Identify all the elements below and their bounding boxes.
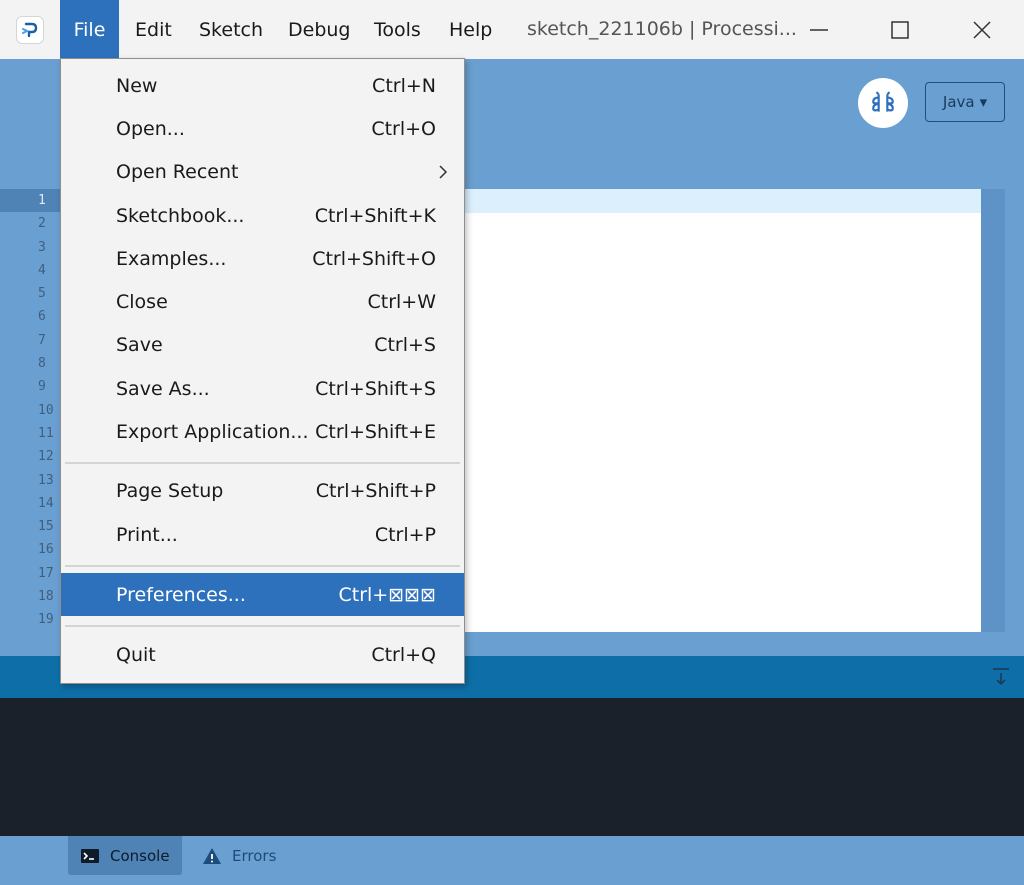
menu-item-export-application[interactable]: Export Application... Ctrl+Shift+E — [61, 410, 464, 453]
menu-item-shortcut: Ctrl+Q — [371, 643, 436, 666]
menu-item-preferences[interactable]: Preferences... Ctrl+⊠⊠⊠ — [61, 573, 464, 616]
menu-item-label: Open... — [116, 117, 185, 140]
window-title: sketch_221106b | Processi... — [527, 18, 797, 40]
menu-separator — [65, 462, 460, 464]
menu-item-shortcut: Ctrl+N — [372, 74, 436, 97]
line-number: 12 — [38, 449, 54, 465]
maximize-icon — [891, 20, 909, 39]
menu-item-close[interactable]: Close Ctrl+W — [61, 280, 464, 323]
menu-item-sketchbook[interactable]: Sketchbook... Ctrl+Shift+K — [61, 194, 464, 237]
warning-icon — [203, 847, 221, 864]
line-number: 11 — [38, 425, 54, 441]
menu-tools[interactable]: Tools — [359, 0, 436, 59]
menu-item-shortcut: Ctrl+Shift+S — [315, 377, 436, 400]
menu-item-print[interactable]: Print... Ctrl+P — [61, 513, 464, 556]
line-number: 4 — [38, 262, 46, 278]
menu-item-label: Quit — [116, 643, 156, 666]
line-number: 13 — [38, 472, 54, 488]
menu-item-examples[interactable]: Examples... Ctrl+Shift+O — [61, 237, 464, 280]
menu-file[interactable]: File — [60, 0, 119, 59]
menu-item-label: Save As... — [116, 377, 210, 400]
line-number-gutter: 1 2 3 4 5 6 7 8 9 10 11 12 13 14 15 16 17 18 19 — [0, 189, 62, 632]
menu-debug[interactable]: Debug — [273, 0, 365, 59]
menu-item-save[interactable]: Save Ctrl+S — [61, 323, 464, 366]
tab-errors-label: Errors — [232, 846, 277, 865]
mode-selector[interactable]: Java ▾ — [925, 82, 1005, 122]
line-number: 17 — [38, 565, 54, 581]
menu-item-new[interactable]: New Ctrl+N — [61, 64, 464, 107]
menu-item-shortcut: Ctrl+Shift+P — [315, 479, 436, 502]
debugger-butterfly-icon — [872, 91, 894, 112]
line-number: 7 — [38, 332, 46, 348]
menu-item-shortcut: Ctrl+Shift+E — [315, 420, 436, 443]
menu-item-shortcut: Ctrl+S — [374, 333, 436, 356]
menu-sketch[interactable]: Sketch — [184, 0, 278, 59]
menu-item-label: Open Recent — [116, 160, 239, 183]
line-number: 5 — [38, 286, 46, 302]
menu-item-label: Save — [116, 333, 163, 356]
menu-item-shortcut: Ctrl+P — [374, 523, 436, 546]
menu-item-label: Close — [116, 290, 168, 313]
close-icon — [973, 20, 991, 39]
line-number: 14 — [38, 495, 54, 511]
menu-separator — [65, 565, 460, 567]
line-number: 15 — [38, 519, 54, 535]
menu-item-label: Page Setup — [116, 479, 224, 502]
line-number: 19 — [38, 612, 54, 628]
chevron-right-icon — [439, 164, 448, 179]
maximize-button[interactable] — [858, 0, 942, 59]
menu-item-shortcut: Ctrl+Shift+K — [314, 204, 436, 227]
menu-item-label: New — [116, 74, 158, 97]
collapse-console-icon[interactable] — [990, 666, 1012, 688]
mode-label: Java — [942, 93, 975, 111]
minimize-button[interactable] — [777, 0, 861, 59]
menu-item-shortcut: Ctrl+⊠⊠⊠ — [338, 583, 437, 606]
menu-item-shortcut: Ctrl+W — [367, 290, 436, 313]
tab-console-label: Console — [110, 846, 170, 865]
menu-separator — [65, 625, 460, 627]
editor-scrollbar[interactable] — [981, 189, 1005, 632]
processing-logo-icon — [16, 16, 44, 44]
menu-item-open[interactable]: Open... Ctrl+O — [61, 107, 464, 150]
chevron-down-icon: ▾ — [979, 93, 988, 111]
menu-item-label: Preferences... — [116, 583, 246, 606]
line-number: 9 — [38, 379, 46, 395]
menu-item-shortcut: Ctrl+Shift+O — [312, 247, 436, 270]
menu-item-page-setup[interactable]: Page Setup Ctrl+Shift+P — [61, 469, 464, 512]
line-number: 18 — [38, 589, 54, 605]
close-button[interactable] — [940, 0, 1024, 59]
menu-item-label: Print... — [116, 523, 178, 546]
terminal-icon — [81, 848, 99, 863]
line-number: 10 — [38, 402, 54, 418]
file-menu-dropdown: New Ctrl+N Open... Ctrl+O Open Recent Sk… — [60, 58, 465, 684]
tab-console[interactable]: Console — [68, 836, 182, 875]
menu-item-open-recent[interactable]: Open Recent — [61, 150, 464, 193]
tab-errors[interactable]: Errors — [190, 836, 288, 875]
line-number: 6 — [38, 309, 46, 325]
line-number: 3 — [38, 239, 46, 255]
line-number: 8 — [38, 356, 46, 372]
console-output[interactable] — [0, 698, 1024, 836]
menu-item-label: Examples... — [116, 247, 227, 270]
title-bar: File Edit Sketch Debug Tools Help sketch… — [0, 0, 1024, 59]
menu-item-quit[interactable]: Quit Ctrl+Q — [61, 633, 464, 676]
footer-tab-bar: Console Errors — [0, 836, 1024, 885]
minimize-icon — [810, 28, 828, 31]
line-number: 2 — [38, 216, 46, 232]
menu-item-save-as[interactable]: Save As... Ctrl+Shift+S — [61, 367, 464, 410]
line-number: 16 — [38, 542, 54, 558]
menu-item-shortcut: Ctrl+O — [371, 117, 436, 140]
menu-item-label: Sketchbook... — [116, 204, 245, 227]
menu-edit[interactable]: Edit — [120, 0, 187, 59]
line-number: 1 — [0, 189, 62, 213]
menu-item-label: Export Application... — [116, 420, 309, 443]
debugger-button[interactable] — [858, 78, 908, 128]
menu-help[interactable]: Help — [434, 0, 507, 59]
